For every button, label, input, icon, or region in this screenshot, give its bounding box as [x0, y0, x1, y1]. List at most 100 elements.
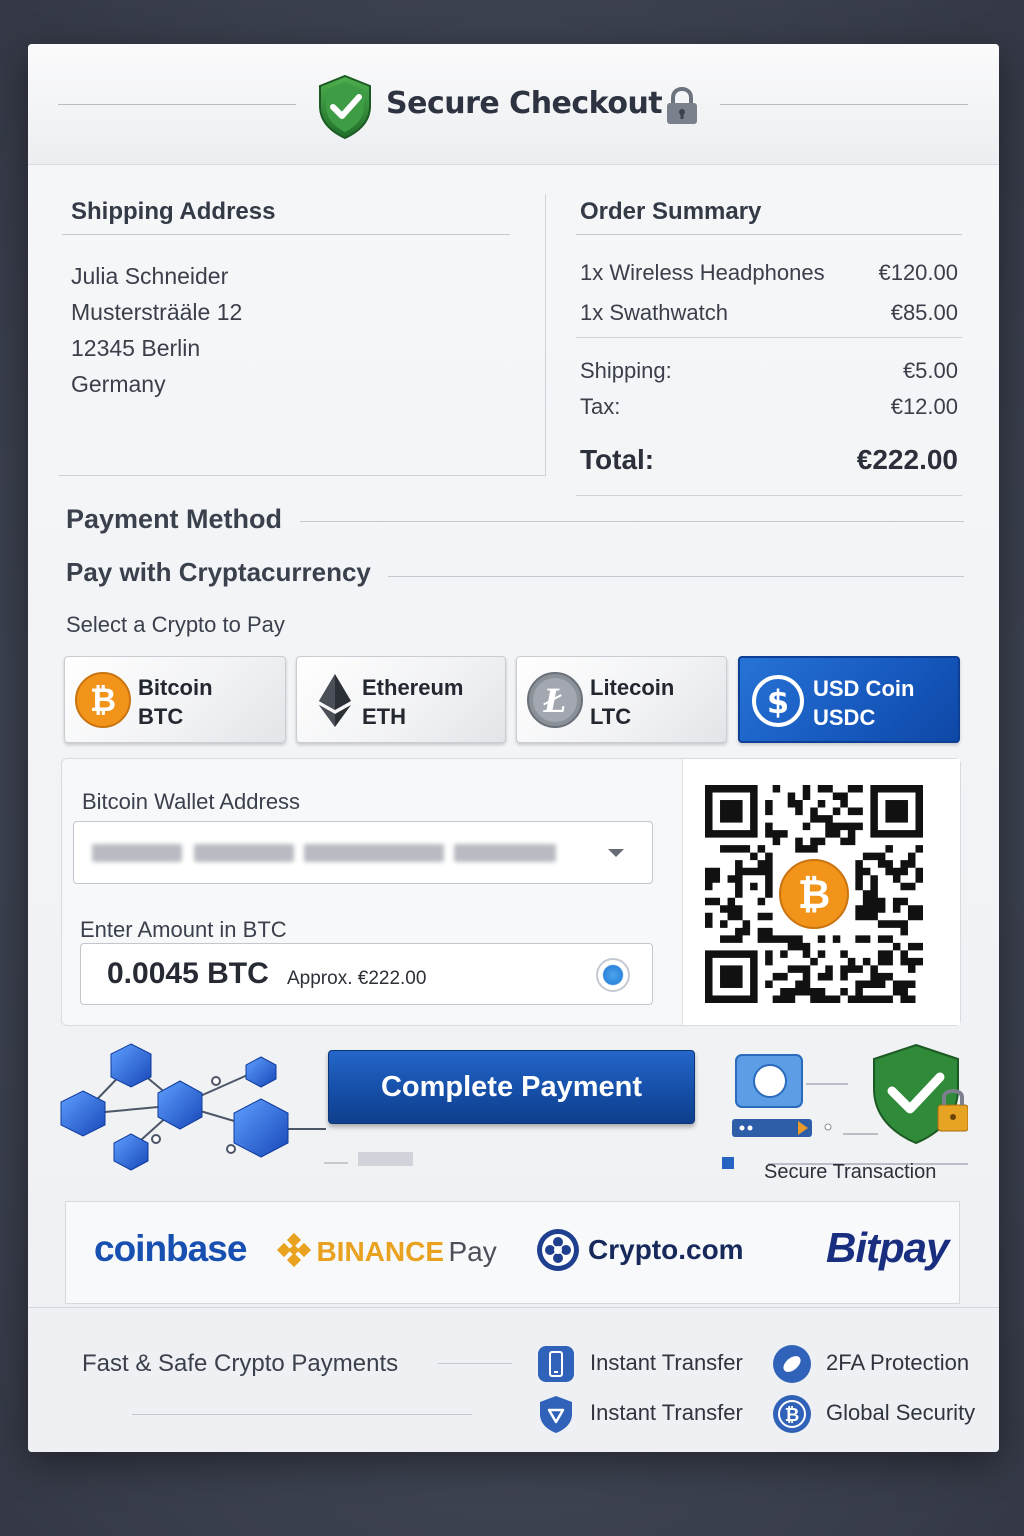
- cryptocom-text: Crypto.com: [588, 1234, 744, 1265]
- qr-code: ₿: [705, 785, 923, 1003]
- wallet-panel: Bitcoin Wallet Address Enter Amount in B…: [61, 758, 961, 1026]
- shipping-address: Julia Schneider Mustersträäle 12 12345 B…: [71, 258, 242, 402]
- wallet-address-label: Bitcoin Wallet Address: [82, 789, 301, 814]
- redacted-address: [454, 844, 556, 862]
- feature-label: Instant Transfer: [590, 1350, 743, 1375]
- pay-crypto-rule: [388, 576, 964, 577]
- litecoin-icon: Ł: [527, 672, 583, 728]
- order-item-amount: €85.00: [890, 300, 958, 325]
- coin-code: BTC: [138, 704, 184, 729]
- svg-text:₿: ₿: [785, 1405, 800, 1426]
- amount-value: 0.0045 BTC: [107, 957, 269, 990]
- bitcoin-badge-icon: ₿: [773, 1395, 811, 1433]
- order-rule: [576, 495, 962, 496]
- feature-label: Instant Transfer: [590, 1400, 743, 1425]
- ethereum-icon: [319, 674, 351, 727]
- coin-option-bitcoin[interactable]: ₿ Bitcoin BTC: [64, 656, 286, 743]
- binance-pay-logo[interactable]: BINANCE Pay: [276, 1232, 497, 1276]
- address-city: 12345 Berlin: [71, 335, 201, 361]
- checkout-card: Secure Checkout Shipping Address Julia S…: [28, 44, 999, 1452]
- cryptocom-icon: [537, 1229, 579, 1271]
- amount-radio[interactable]: [596, 958, 630, 992]
- footer-tagline: Fast & Safe Crypto Payments: [82, 1350, 399, 1377]
- coin-label: USD Coin USDC: [813, 674, 914, 732]
- binance-icon: [276, 1232, 312, 1268]
- address-street: Mustersträäle 12: [71, 299, 243, 325]
- order-item-label: 1x Swathwatch: [580, 300, 728, 325]
- coin-label: Ethereum ETH: [362, 673, 463, 731]
- usdc-icon: $: [752, 675, 804, 727]
- svg-text:$: $: [767, 683, 789, 721]
- order-rule: [576, 337, 962, 338]
- footer-rule: [438, 1363, 512, 1364]
- shield-2fa-icon: [773, 1345, 811, 1383]
- coin-code: LTC: [590, 704, 632, 729]
- chevron-down-icon: [608, 849, 624, 857]
- bitcoin-icon: ₿: [75, 672, 131, 728]
- total-label: Total:: [580, 444, 655, 475]
- coin-option-litecoin[interactable]: Ł Litecoin LTC: [516, 656, 727, 743]
- redacted-address: [194, 844, 294, 862]
- feature-label: Global Security: [826, 1400, 976, 1425]
- decor-line: [358, 1152, 413, 1166]
- order-item-amount: €120.00: [878, 260, 958, 285]
- coin-label: Bitcoin BTC: [138, 673, 213, 731]
- tax-row: Tax: €12.00: [580, 394, 958, 420]
- redacted-address: [92, 844, 182, 862]
- shipping-cost-label: Shipping:: [580, 358, 672, 383]
- order-summary-title: Order Summary: [580, 198, 762, 225]
- order-summary-section: Order Summary 1x Wireless Headphones €12…: [576, 194, 968, 496]
- select-crypto-label: Select a Crypto to Pay: [66, 612, 285, 637]
- pay-crypto-title: Pay with Cryptacurrency: [66, 557, 371, 587]
- order-item-label: 1x Wireless Headphones: [580, 260, 825, 285]
- total-amount: €222.00: [856, 444, 958, 475]
- tax-label: Tax:: [580, 394, 621, 419]
- binance-pay-text: Pay: [448, 1236, 497, 1267]
- amount-input[interactable]: 0.0045 BTC Approx. €222.00: [80, 943, 653, 1005]
- redacted-address: [304, 844, 444, 862]
- tax-amount: €12.00: [890, 394, 958, 419]
- approx-value: Approx. €222.00: [287, 968, 427, 989]
- decor-line: [324, 1162, 348, 1164]
- order-rule: [576, 234, 962, 235]
- footer-rule: [132, 1414, 472, 1415]
- page-title: Secure Checkout: [386, 86, 663, 121]
- wallet-address-select[interactable]: [73, 821, 653, 884]
- coin-label: Litecoin LTC: [590, 673, 674, 731]
- coinbase-logo[interactable]: coinbase: [94, 1228, 247, 1270]
- shipping-address-section: Shipping Address Julia Schneider Musters…: [58, 194, 546, 476]
- qr-code-panel: ₿: [682, 759, 960, 1025]
- shipping-cost-amount: €5.00: [902, 358, 958, 383]
- qr-finder: [705, 950, 758, 1003]
- feature-label: 2FA Protection: [826, 1350, 970, 1375]
- coin-code: USDC: [813, 705, 876, 730]
- amount-label: Enter Amount in BTC: [80, 917, 287, 942]
- bitcoin-symbol: ₿: [798, 872, 831, 918]
- order-item-row: 1x Wireless Headphones €120.00: [580, 260, 958, 286]
- footer: Fast & Safe Crypto Payments Instant Tran…: [28, 1307, 999, 1452]
- coin-name: Litecoin: [590, 675, 675, 700]
- order-item-row: 1x Swathwatch €85.00: [580, 300, 958, 326]
- complete-payment-button[interactable]: Complete Payment: [328, 1050, 695, 1124]
- secure-transaction-illustration: [722, 1043, 968, 1169]
- bitpay-logo[interactable]: Bitpay: [826, 1224, 949, 1272]
- shipping-cost-row: Shipping: €5.00: [580, 358, 958, 384]
- qr-finder: [870, 785, 923, 838]
- shield-check-icon: [319, 74, 371, 140]
- header-rule-left: [58, 104, 296, 105]
- lock-icon: [667, 86, 697, 124]
- coin-option-ethereum[interactable]: Ethereum ETH: [296, 656, 506, 743]
- svg-text:Ł: Ł: [543, 682, 567, 720]
- coin-option-usdc[interactable]: $ USD Coin USDC: [738, 656, 960, 743]
- blockchain-network-illustration: [60, 1043, 326, 1171]
- phone-icon: [538, 1346, 574, 1382]
- coin-name: USD Coin: [813, 676, 915, 701]
- coin-code: ETH: [362, 704, 406, 729]
- svg-text:₿: ₿: [90, 681, 116, 719]
- payment-method-rule: [300, 521, 964, 522]
- shipping-title: Shipping Address: [71, 198, 276, 225]
- binance-brand: BINANCE: [316, 1236, 445, 1267]
- total-row: Total: €222.00: [580, 444, 958, 476]
- address-country: Germany: [71, 371, 166, 397]
- checkout-header: Secure Checkout: [28, 44, 999, 165]
